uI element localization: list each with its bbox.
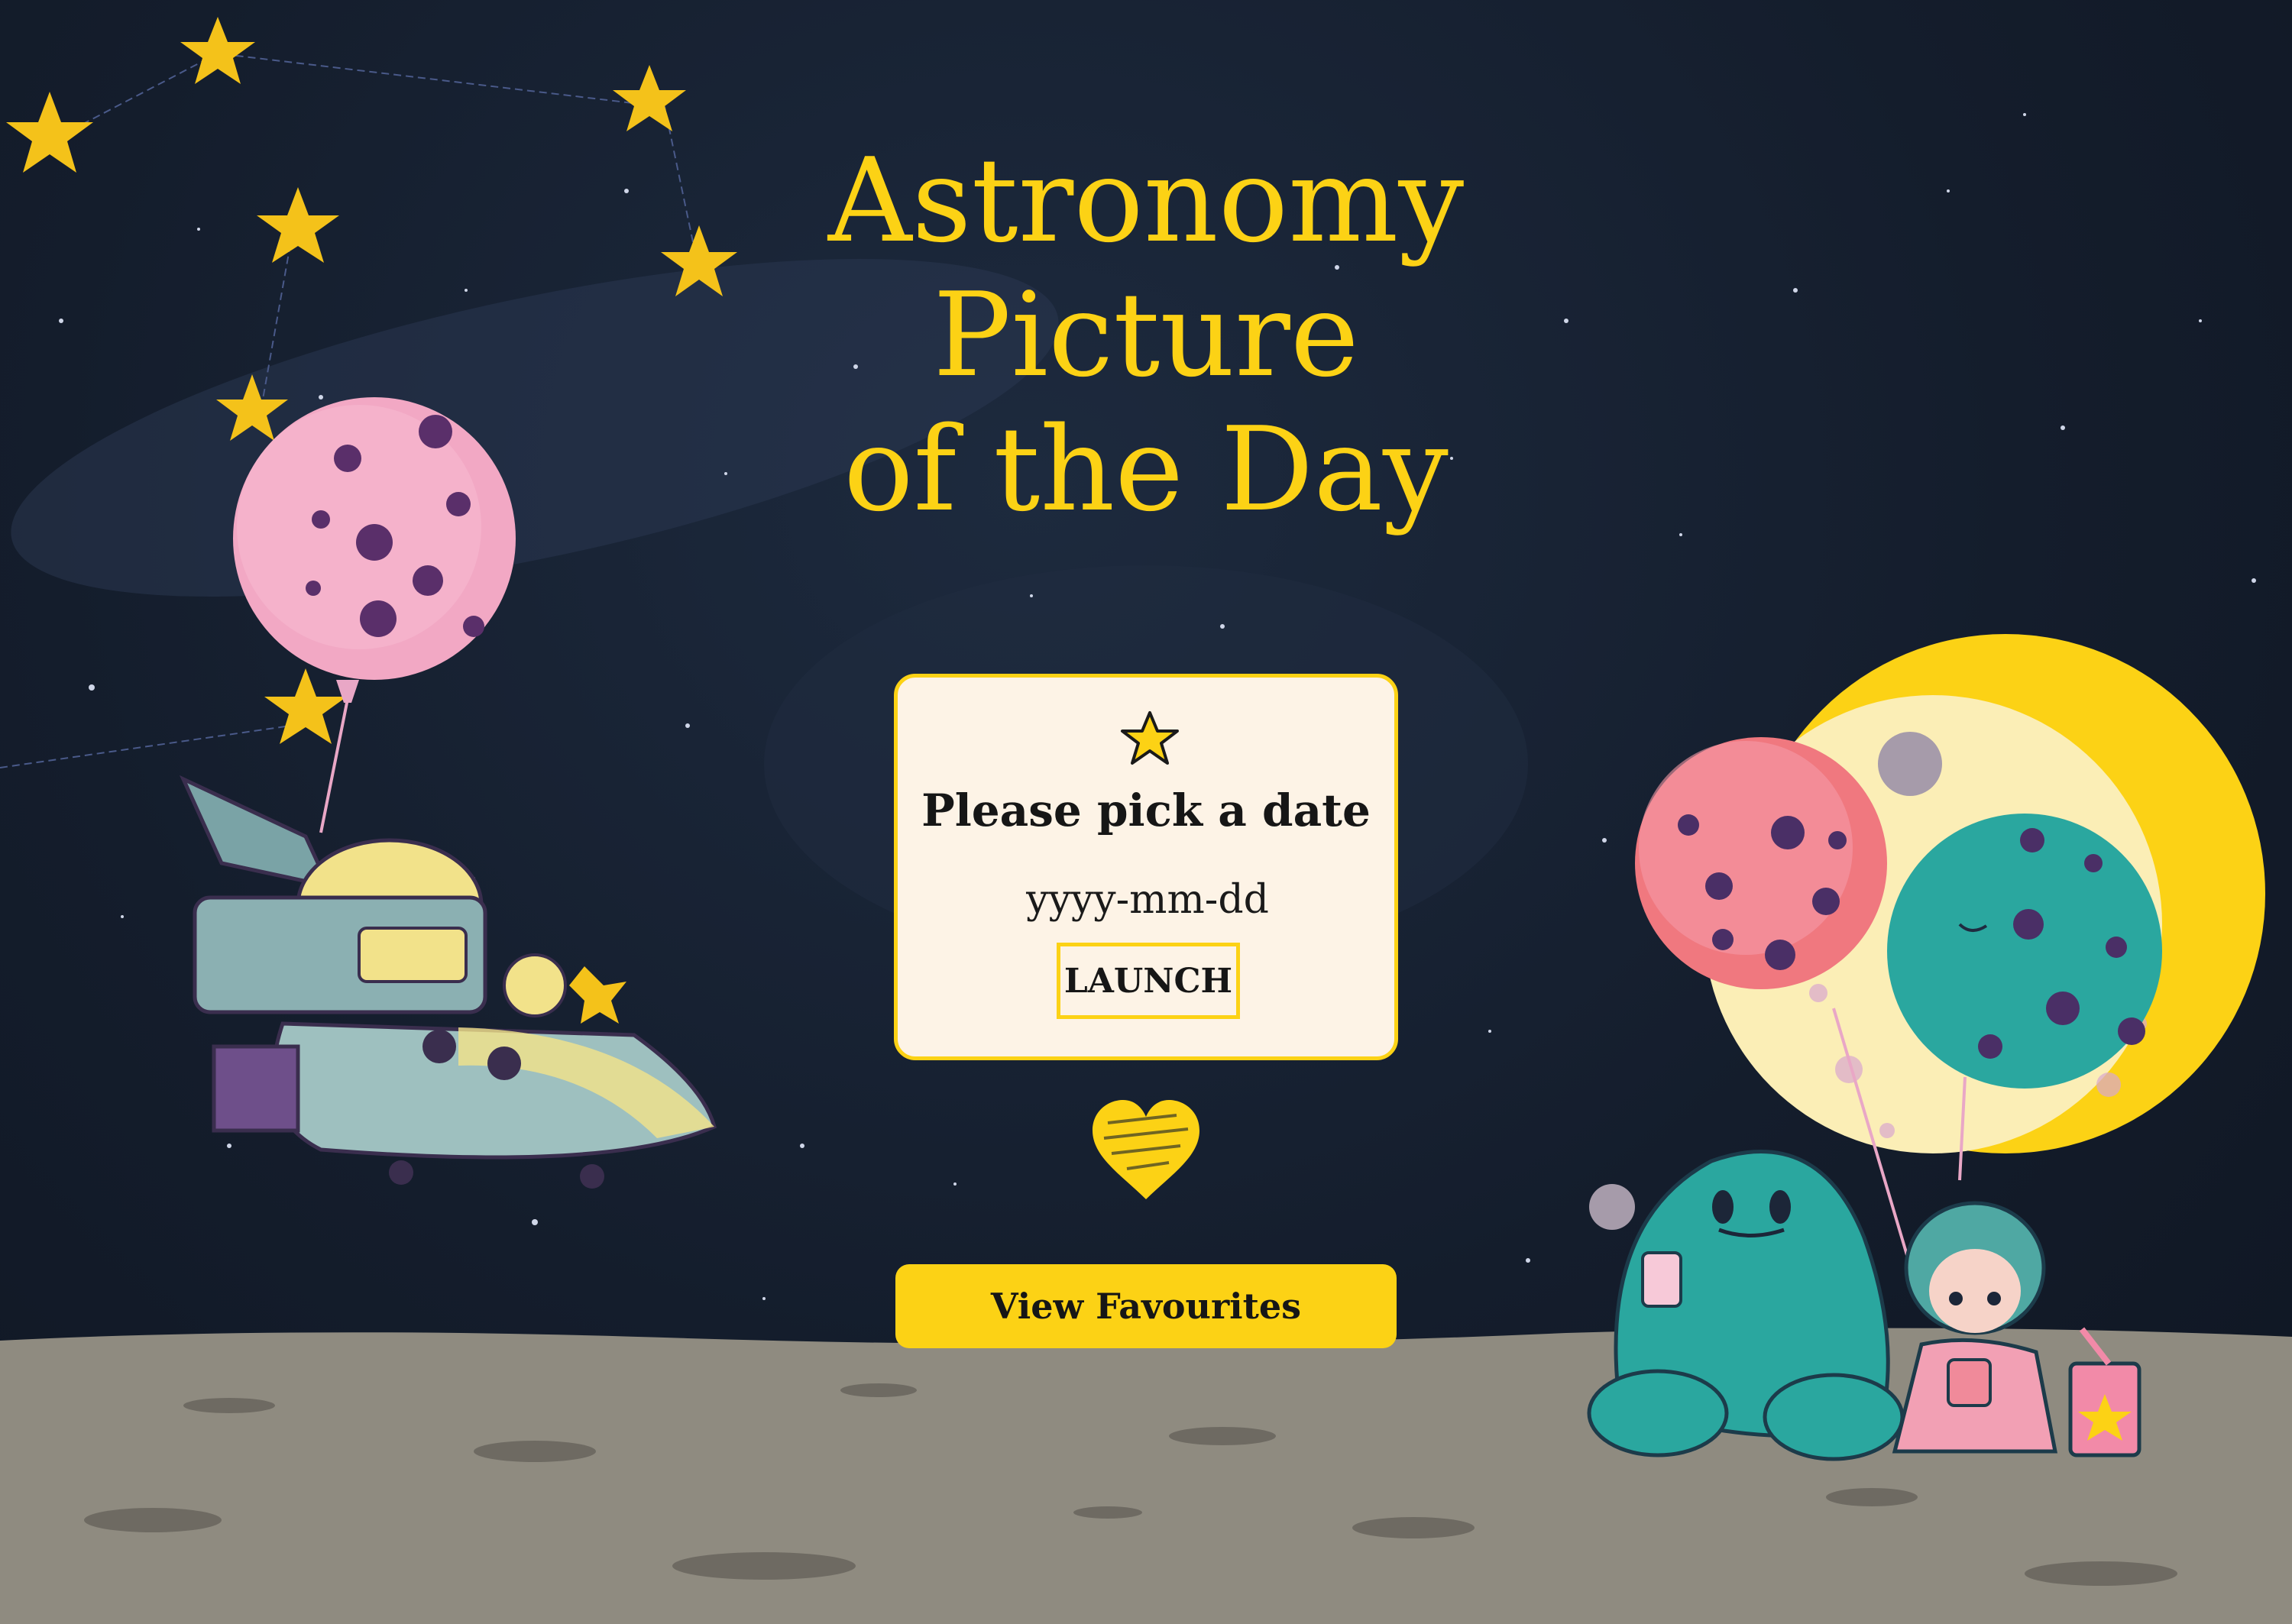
page-title: Astronomy Picture of the Day <box>688 134 1604 537</box>
date-picker-card: Please pick a date LAUNCH <box>894 674 1398 1060</box>
date-input[interactable] <box>959 872 1336 927</box>
pink-balloon <box>233 397 516 833</box>
title-line-1: Astronomy <box>827 133 1465 268</box>
child-character <box>1892 1201 2058 1454</box>
heart-icon <box>1093 1100 1199 1199</box>
blue-monster <box>1587 1150 1905 1461</box>
star-icon <box>1121 711 1179 765</box>
view-favourites-button[interactable]: View Favourites <box>895 1264 1397 1348</box>
rocket-ship <box>179 775 717 1189</box>
launch-button[interactable]: LAUNCH <box>1057 943 1240 1019</box>
date-prompt: Please pick a date <box>921 785 1371 836</box>
title-line-2: Picture <box>933 267 1359 403</box>
title-line-3: of the Day <box>843 402 1449 537</box>
